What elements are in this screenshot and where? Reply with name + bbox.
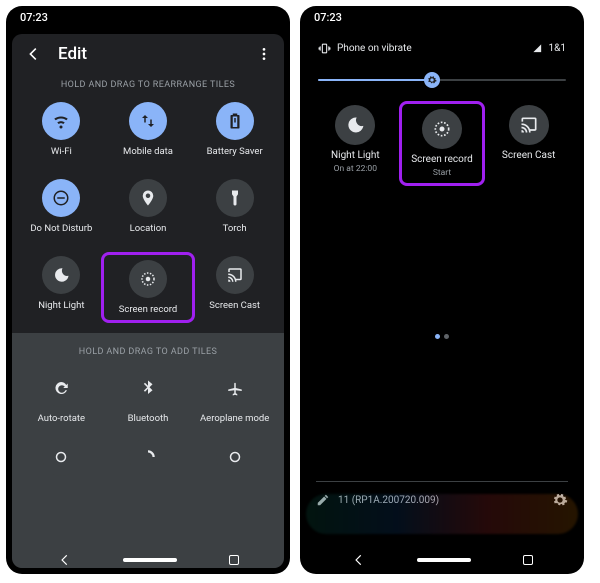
tile-label: Mobile data bbox=[123, 146, 173, 157]
tile-sublabel: On at 22:00 bbox=[334, 164, 377, 174]
page-title: Edit bbox=[58, 44, 256, 64]
tile-peek[interactable] bbox=[216, 438, 254, 476]
quick-settings-edit-panel: Edit HOLD AND DRAG TO REARRANGE TILES Wi… bbox=[12, 34, 284, 568]
qs-tile-screen-record[interactable]: Screen record Start bbox=[403, 105, 482, 182]
tile-label: Torch bbox=[223, 223, 247, 234]
signal-icon bbox=[532, 43, 543, 54]
tile-night-light[interactable]: Night Light bbox=[18, 256, 105, 319]
tile-aeroplane-mode[interactable]: Aeroplane mode bbox=[191, 369, 278, 424]
back-icon[interactable] bbox=[24, 45, 42, 63]
quick-settings-panel: Phone on vibrate 1&1 Night Light On at 22… bbox=[306, 34, 578, 514]
hint-active: HOLD AND DRAG TO REARRANGE TILES bbox=[12, 70, 284, 98]
add-tiles-grid: Auto-rotate Bluetooth Aeroplane mode bbox=[12, 365, 284, 438]
vibrate-icon bbox=[318, 42, 331, 55]
airplane-icon[interactable] bbox=[216, 369, 254, 407]
bluetooth-icon[interactable] bbox=[129, 369, 167, 407]
nav-recents-icon[interactable] bbox=[229, 555, 239, 565]
tile-bluetooth[interactable]: Bluetooth bbox=[105, 369, 192, 424]
moon-icon[interactable] bbox=[335, 105, 375, 145]
wifi-icon[interactable] bbox=[42, 102, 80, 140]
network-label: 1&1 bbox=[549, 43, 566, 54]
statusbar-left: 07:23 bbox=[6, 6, 290, 28]
qs-tile-screen-cast[interactable]: Screen Cast bbox=[489, 105, 568, 182]
qs-tile-night-light[interactable]: Night Light On at 22:00 bbox=[316, 105, 395, 182]
clock: 07:23 bbox=[20, 11, 48, 24]
tile-label: Do Not Disturb bbox=[30, 223, 92, 234]
tile-do-not-disturb[interactable]: Do Not Disturb bbox=[18, 179, 105, 234]
page-indicator bbox=[306, 334, 578, 339]
cast-icon[interactable] bbox=[216, 256, 254, 294]
brightness-thumb[interactable] bbox=[424, 72, 440, 88]
android-navbar bbox=[300, 546, 584, 574]
record-icon[interactable] bbox=[129, 260, 167, 298]
nav-back-icon[interactable] bbox=[58, 553, 72, 567]
moon-icon[interactable] bbox=[42, 256, 80, 294]
tile-label: Night Light bbox=[331, 150, 380, 161]
clock: 07:23 bbox=[314, 11, 342, 24]
tile-label: Battery Saver bbox=[207, 146, 263, 157]
tile-label: Aeroplane mode bbox=[200, 413, 269, 424]
tile-sublabel: Start bbox=[433, 168, 451, 178]
tile-label: Auto-rotate bbox=[38, 413, 85, 424]
tile-screen-record[interactable]: Screen record bbox=[105, 256, 192, 319]
nav-back-icon[interactable] bbox=[352, 553, 366, 567]
phone-left: 07:23 Edit HOLD AND DRAG TO REARRANGE TI… bbox=[6, 6, 290, 574]
swap-icon[interactable] bbox=[129, 102, 167, 140]
nav-home-pill[interactable] bbox=[123, 558, 177, 562]
active-tiles-grid: Wi-Fi Mobile data Battery Saver Do Not Dist… bbox=[12, 98, 284, 333]
cast-icon[interactable] bbox=[509, 105, 549, 145]
tile-battery-saver[interactable]: Battery Saver bbox=[191, 102, 278, 157]
tile-label: Wi-Fi bbox=[51, 146, 72, 157]
nav-recents-icon[interactable] bbox=[523, 555, 533, 565]
dnd-icon[interactable] bbox=[42, 179, 80, 217]
nav-home-pill[interactable] bbox=[417, 558, 471, 562]
statusbar-right: 07:23 bbox=[300, 6, 584, 28]
tile-auto-rotate[interactable]: Auto-rotate bbox=[18, 369, 105, 424]
tile-label: Screen record bbox=[119, 304, 177, 315]
torch-icon[interactable] bbox=[216, 179, 254, 217]
tile-mobile-data[interactable]: Mobile data bbox=[105, 102, 192, 157]
battery-icon[interactable] bbox=[216, 102, 254, 140]
tile-peek[interactable] bbox=[129, 438, 167, 476]
home-dock-blur bbox=[306, 494, 578, 534]
phone-right: 07:23 Phone on vibrate 1&1 Night Light On… bbox=[300, 6, 584, 574]
tile-label: Location bbox=[130, 223, 167, 234]
tile-peek[interactable] bbox=[42, 438, 80, 476]
brightness-slider[interactable] bbox=[318, 69, 566, 91]
tile-label: Bluetooth bbox=[128, 413, 169, 424]
vibrate-text: Phone on vibrate bbox=[337, 43, 412, 54]
tile-torch[interactable]: Torch bbox=[191, 179, 278, 234]
qs-status-row: Phone on vibrate 1&1 bbox=[306, 34, 578, 63]
tile-label: Screen Cast bbox=[209, 300, 260, 311]
tile-location[interactable]: Location bbox=[105, 179, 192, 234]
rotate-icon[interactable] bbox=[42, 369, 80, 407]
tile-label: Screen record bbox=[411, 154, 473, 165]
tile-wi-fi[interactable]: Wi-Fi bbox=[18, 102, 105, 157]
qs-tiles-grid: Night Light On at 22:00 Screen record Start… bbox=[306, 101, 578, 198]
record-icon[interactable] bbox=[422, 109, 462, 149]
tile-label: Night Light bbox=[38, 300, 84, 311]
tile-screen-cast[interactable]: Screen Cast bbox=[191, 256, 278, 319]
hint-add: HOLD AND DRAG TO ADD TILES bbox=[12, 333, 284, 365]
edit-header: Edit bbox=[12, 34, 284, 70]
android-navbar bbox=[6, 546, 290, 574]
more-icon[interactable] bbox=[256, 46, 272, 62]
add-tiles-section: HOLD AND DRAG TO ADD TILES Auto-rotate Bl… bbox=[12, 333, 284, 568]
location-icon[interactable] bbox=[129, 179, 167, 217]
tile-label: Screen Cast bbox=[502, 150, 555, 161]
